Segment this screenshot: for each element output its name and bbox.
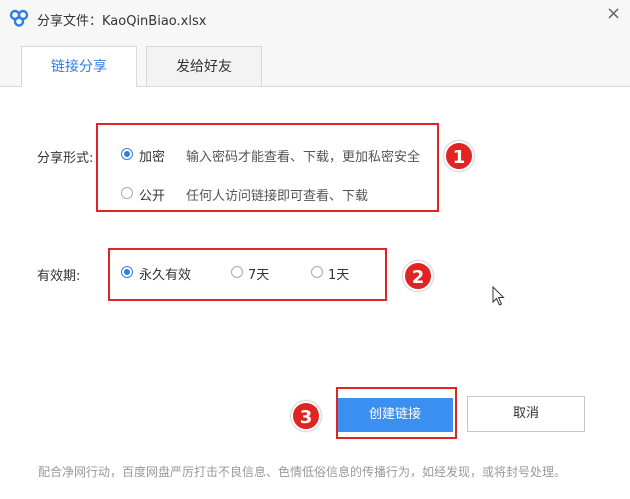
annotation-badge-2: 2	[403, 261, 433, 291]
tab-send-to-friend[interactable]: 发给好友	[146, 46, 262, 86]
tab-strip: 链接分享 发给好友	[0, 36, 630, 87]
highlight-box-validity	[108, 248, 387, 301]
tab-link-share[interactable]: 链接分享	[21, 46, 137, 87]
title-bar: 分享文件：KaoQinBiao.xlsx ×	[0, 0, 630, 36]
annotation-badge-1: 1	[444, 141, 474, 171]
close-icon[interactable]: ×	[606, 3, 621, 24]
cancel-button[interactable]: 取消	[467, 396, 585, 432]
validity-label: 有效期:	[37, 269, 81, 284]
share-form-label: 分享形式:	[37, 151, 94, 166]
baidu-netdisk-logo-icon	[9, 9, 29, 27]
highlight-box-share-form	[96, 123, 439, 212]
annotation-badge-3: 3	[291, 401, 321, 431]
window-title: 分享文件：KaoQinBiao.xlsx	[37, 14, 207, 29]
mouse-cursor-icon	[492, 286, 505, 306]
footer-notice: 配合净网行动，百度网盘严厉打击不良信息、色情低俗信息的传播行为，如经发现，或将封…	[38, 465, 567, 479]
highlight-box-create-button	[336, 387, 457, 439]
